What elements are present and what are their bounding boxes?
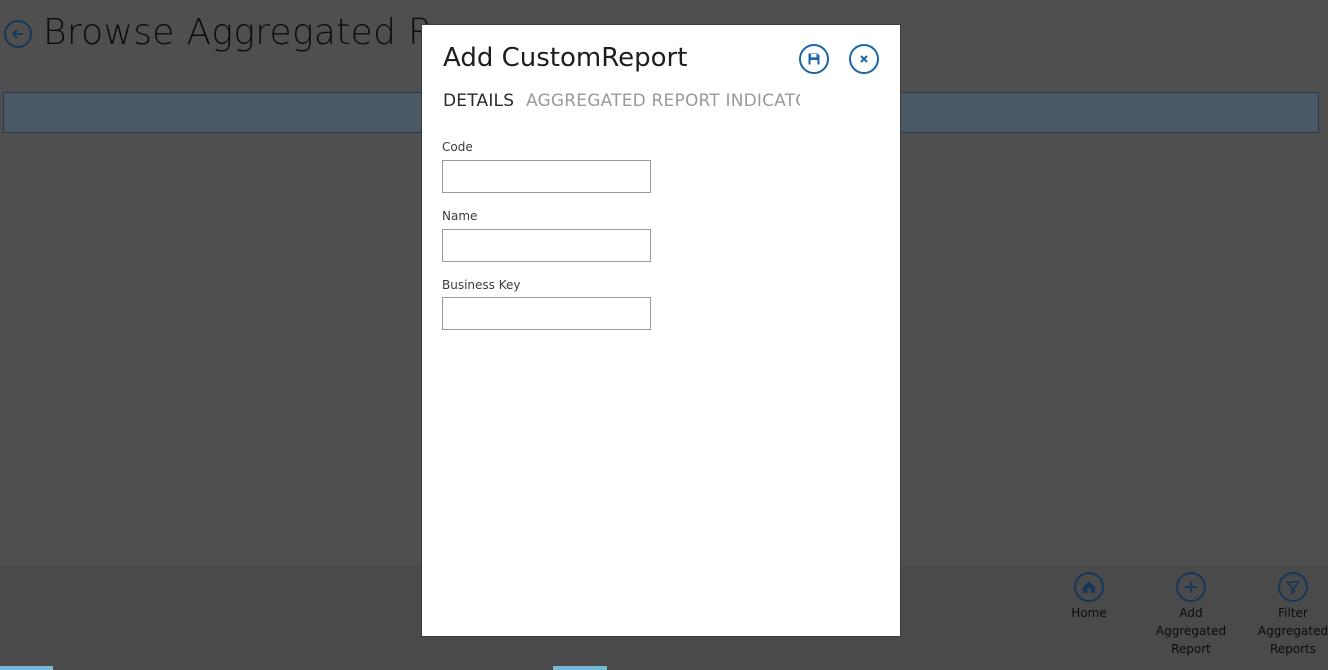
add-customreport-dialog: Add CustomReport DETAILS AGGREGATED REPO…	[421, 24, 901, 637]
filter-aggregated-reports-button[interactable]: Filter Aggregated Reports	[1253, 572, 1328, 658]
tab-strip: DETAILS AGGREGATED REPORT INDICATO	[422, 85, 800, 115]
business-key-label: Business Key	[442, 278, 521, 292]
add-aggregated-report-label: Add Aggregated Report	[1155, 606, 1227, 656]
plus-icon	[1176, 572, 1206, 602]
back-button[interactable]	[4, 20, 32, 48]
home-icon	[1074, 572, 1104, 602]
page-title: Browse Aggregated Rep	[43, 12, 478, 53]
code-input[interactable]	[442, 160, 651, 193]
scroll-track-segment	[53, 666, 553, 670]
scroll-track-segment	[607, 666, 1328, 670]
dialog-title: Add CustomReport	[443, 43, 688, 73]
bottom-scroll-strip	[0, 666, 1328, 670]
home-label: Home	[1071, 606, 1107, 620]
save-button[interactable]	[799, 44, 829, 74]
filter-aggregated-reports-label: Filter Aggregated Reports	[1257, 606, 1328, 656]
tab-aggregated-report-indicators[interactable]: AGGREGATED REPORT INDICATO	[526, 91, 800, 111]
home-button[interactable]: Home	[1049, 572, 1129, 622]
arrow-left-icon	[11, 29, 23, 39]
close-button[interactable]	[849, 44, 879, 74]
filter-icon	[1278, 572, 1308, 602]
tab-details[interactable]: DETAILS	[443, 91, 514, 111]
business-key-input[interactable]	[442, 297, 651, 330]
name-input[interactable]	[442, 229, 651, 262]
add-aggregated-report-button[interactable]: Add Aggregated Report	[1151, 572, 1231, 658]
code-label: Code	[442, 140, 473, 154]
save-icon	[808, 53, 820, 65]
close-icon	[860, 55, 868, 63]
name-label: Name	[442, 209, 478, 223]
